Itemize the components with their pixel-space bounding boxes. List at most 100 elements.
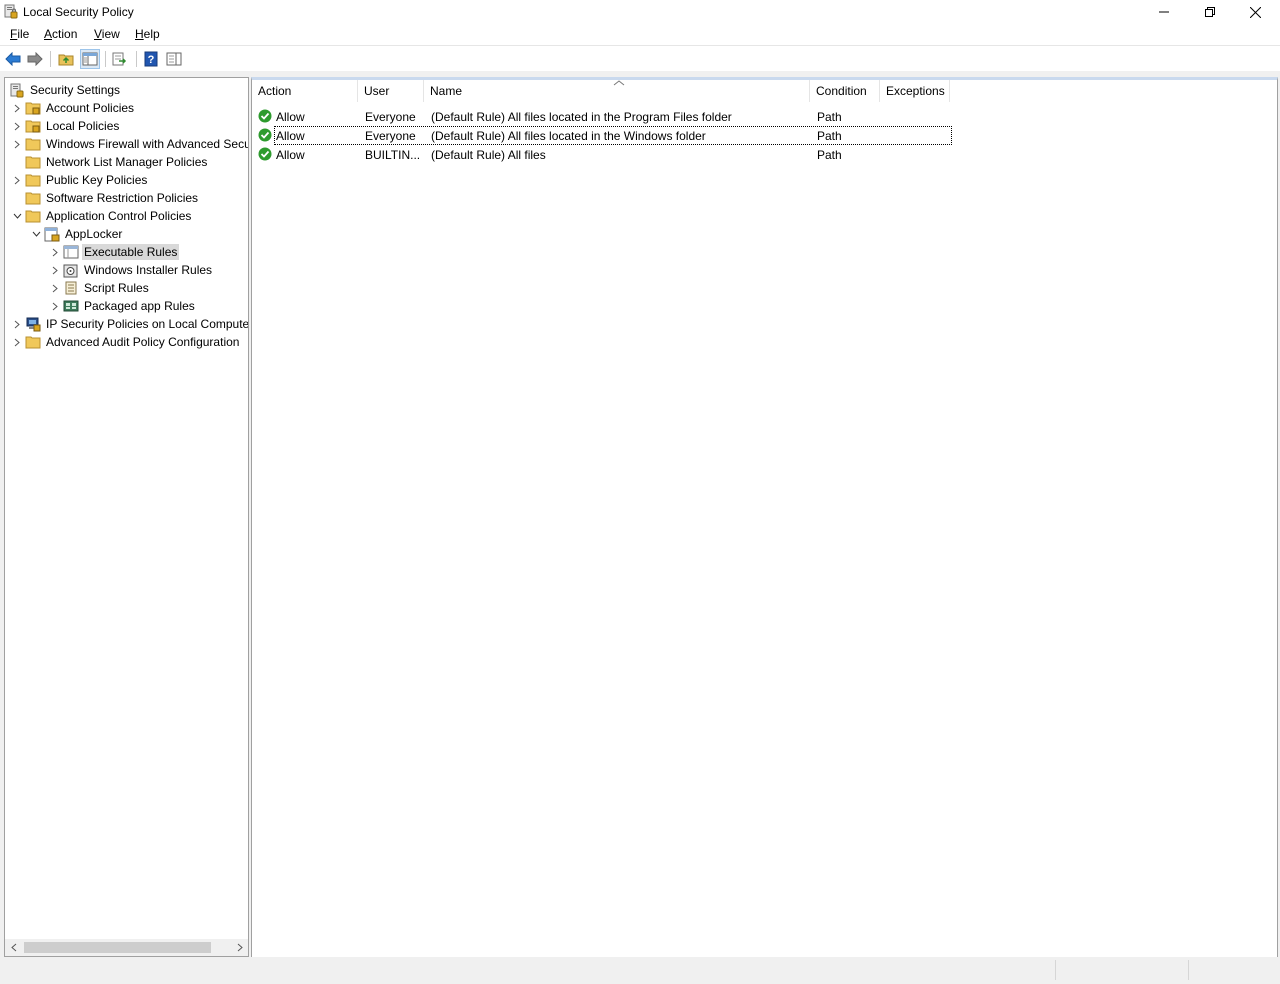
tree-label: Executable Rules [82, 244, 180, 260]
column-header-user[interactable]: User [358, 80, 424, 102]
tree-item-account-policies[interactable]: Account Policies [9, 99, 136, 117]
toolbar: ? [0, 45, 1280, 72]
status-bar [0, 957, 1280, 984]
expand-chevron-icon[interactable] [9, 315, 25, 333]
menu-action[interactable]: Action [44, 27, 77, 41]
installer-rules-icon [63, 262, 79, 278]
allow-check-icon [258, 109, 272, 123]
table-row[interactable]: Allow Everyone (Default Rule) All files … [254, 107, 952, 126]
folder-icon [25, 154, 41, 170]
up-one-level-button[interactable] [57, 50, 75, 68]
tree-item-software-restriction[interactable]: Software Restriction Policies [9, 189, 200, 207]
tree-item-ip-security-policies[interactable]: IP Security Policies on Local Computer [9, 315, 249, 333]
expand-chevron-icon[interactable] [47, 261, 63, 279]
tree-label: AppLocker [65, 227, 123, 241]
folder-icon [25, 334, 41, 350]
tree-item-executable-rules[interactable]: Executable Rules [47, 243, 180, 261]
properties-pane-button[interactable] [165, 50, 183, 68]
back-button[interactable] [4, 50, 22, 68]
show-hide-tree-button[interactable] [80, 49, 100, 69]
tree-item-local-policies[interactable]: Local Policies [9, 117, 121, 135]
export-list-button[interactable] [111, 50, 129, 68]
tree-item-applocker[interactable]: AppLocker [28, 225, 124, 243]
show-hide-console-tree-icon [82, 52, 98, 66]
menu-bar: File Action View Help [0, 24, 1280, 45]
export-list-icon [112, 52, 127, 66]
forward-arrow-icon [27, 52, 43, 66]
expand-chevron-icon[interactable] [47, 297, 63, 315]
expand-chevron-icon[interactable] [9, 171, 25, 189]
help-button[interactable]: ? [142, 50, 160, 68]
menu-help[interactable]: Help [135, 27, 160, 41]
tree-label: Network List Manager Policies [46, 155, 208, 169]
toolbar-separator [50, 51, 51, 67]
tree-item-network-list-manager[interactable]: Network List Manager Policies [9, 153, 209, 171]
expand-chevron-icon[interactable] [9, 135, 25, 153]
tree-item-advanced-audit-policy[interactable]: Advanced Audit Policy Configuration [9, 333, 241, 351]
properties-pane-icon [166, 52, 182, 66]
rules-list-view: Action User Name Condition Exceptions Al… [251, 77, 1278, 959]
menu-file[interactable]: File [10, 27, 29, 41]
svg-text:?: ? [148, 54, 155, 66]
tree-label: IP Security Policies on Local Computer [46, 317, 249, 331]
allow-check-icon [258, 147, 272, 161]
toolbar-separator [136, 51, 137, 67]
forward-button[interactable] [26, 50, 44, 68]
tree-label: Public Key Policies [46, 173, 148, 187]
menu-view[interactable]: View [94, 27, 120, 41]
cell-condition: Path [817, 110, 842, 124]
security-policy-icon [4, 4, 18, 19]
tree-item-application-control[interactable]: Application Control Policies [9, 207, 193, 225]
folder-icon [25, 208, 41, 224]
cell-action: Allow [276, 129, 305, 143]
table-row[interactable]: Allow Everyone (Default Rule) All files … [254, 126, 952, 145]
column-header-exceptions[interactable]: Exceptions [880, 80, 950, 102]
security-settings-icon [9, 82, 25, 98]
title-bar: Local Security Policy [0, 0, 1280, 24]
tree-item-windows-firewall[interactable]: Windows Firewall with Advanced Security [9, 135, 248, 153]
ip-security-icon [25, 316, 41, 332]
scroll-right-icon[interactable] [231, 939, 248, 956]
tree-label: Local Policies [46, 119, 120, 133]
expand-chevron-icon[interactable] [47, 243, 63, 261]
column-header-condition[interactable]: Condition [810, 80, 880, 102]
tree-item-script-rules[interactable]: Script Rules [47, 279, 151, 297]
expand-chevron-icon[interactable] [9, 99, 25, 117]
tree-label: Advanced Audit Policy Configuration [46, 335, 240, 349]
cell-action: Allow [276, 148, 305, 162]
expand-chevron-icon[interactable] [9, 333, 25, 351]
help-icon: ? [144, 51, 158, 67]
tree-horizontal-scrollbar[interactable] [5, 939, 248, 956]
cell-user: Everyone [365, 129, 416, 143]
back-arrow-icon [5, 52, 21, 66]
collapse-chevron-icon[interactable] [9, 207, 25, 225]
applocker-icon [44, 226, 60, 242]
executable-rules-icon [63, 244, 79, 260]
main-frame: Security Settings Account Policies Local… [0, 77, 1280, 959]
collapse-chevron-icon[interactable] [28, 225, 44, 243]
tree-root-security-settings[interactable]: Security Settings [9, 81, 122, 99]
minimize-icon [1159, 11, 1169, 13]
tree-label: Script Rules [84, 281, 149, 295]
folder-icon [25, 136, 41, 152]
window-title: Local Security Policy [23, 5, 134, 19]
tree-label: Account Policies [46, 101, 135, 115]
scroll-left-icon[interactable] [5, 939, 22, 956]
minimize-button[interactable] [1141, 0, 1187, 24]
allow-check-icon [258, 128, 272, 142]
tree-item-windows-installer-rules[interactable]: Windows Installer Rules [47, 261, 214, 279]
packaged-app-rules-icon [63, 298, 79, 314]
cell-name: (Default Rule) All files located in the … [431, 129, 706, 143]
tree-item-public-key-policies[interactable]: Public Key Policies [9, 171, 149, 189]
restore-button[interactable] [1187, 0, 1233, 24]
column-header-action[interactable]: Action [252, 80, 358, 102]
cell-name: (Default Rule) All files located in the … [431, 110, 732, 124]
scrollbar-thumb[interactable] [24, 942, 211, 953]
expand-chevron-icon[interactable] [47, 279, 63, 297]
expand-chevron-icon[interactable] [9, 117, 25, 135]
folder-icon [25, 172, 41, 188]
tree-item-packaged-app-rules[interactable]: Packaged app Rules [47, 297, 197, 315]
tree-label: Security Settings [30, 83, 121, 97]
close-button[interactable] [1232, 0, 1278, 24]
table-row[interactable]: Allow BUILTIN... (Default Rule) All file… [254, 145, 952, 164]
